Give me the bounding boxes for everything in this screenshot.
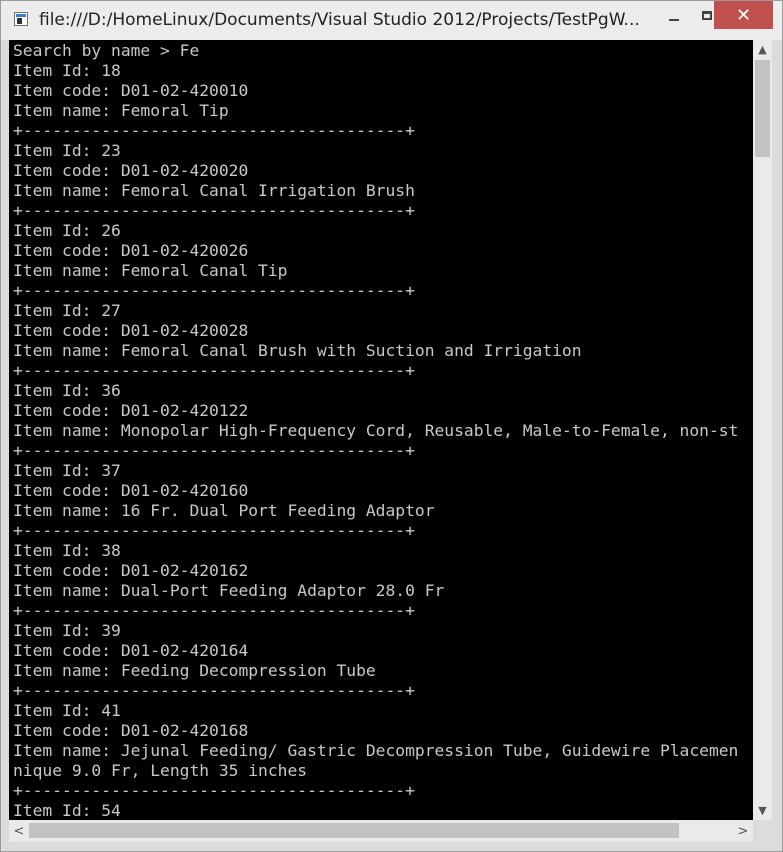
close-button[interactable]: ✕ xyxy=(714,1,773,29)
console-line: +---------------------------------------… xyxy=(13,521,415,540)
console-line: Item Id: 37 xyxy=(13,461,121,480)
console-line: Item name: Jejunal Feeding/ Gastric Deco… xyxy=(13,741,739,760)
console-line: +---------------------------------------… xyxy=(13,201,415,220)
console-line: Item code: D01-02-420010 xyxy=(13,81,249,100)
console-line: Item code: D01-02-420026 xyxy=(13,241,249,260)
scroll-down-icon[interactable]: ▼ xyxy=(753,801,772,820)
scroll-right-icon[interactable]: > xyxy=(733,820,753,842)
console-line: Item Id: 38 xyxy=(13,541,121,560)
console-line: +---------------------------------------… xyxy=(13,441,415,460)
console-line: Item name: Femoral Canal Brush with Suct… xyxy=(13,341,582,360)
console-line: Item code: D01-02-420020 xyxy=(13,161,249,180)
scrollbar-corner xyxy=(753,820,772,842)
console-line: Item code: D01-02-420162 xyxy=(13,561,249,580)
console-line: Item name: Dual-Port Feeding Adaptor 28.… xyxy=(13,581,445,600)
console-line: +---------------------------------------… xyxy=(13,781,415,800)
console-line: +---------------------------------------… xyxy=(13,361,415,380)
console-line: Item Id: 26 xyxy=(13,221,121,240)
title-bar[interactable]: file:///D:/HomeLinux/Documents/Visual St… xyxy=(1,1,782,40)
console-line: Item name: Femoral Canal Tip xyxy=(13,261,288,280)
console-line: Item name: Feeding Decompression Tube xyxy=(13,661,376,680)
console-line: +---------------------------------------… xyxy=(13,601,415,620)
console-line: Item code: D01-02-420168 xyxy=(13,721,249,740)
console-lines: Search by name > Fe Item Id: 18 Item code:… xyxy=(13,41,738,820)
vertical-scrollbar[interactable]: ▲ ▼ xyxy=(753,40,772,820)
console-line: Item Id: 54 xyxy=(13,801,121,820)
console-line: Item Id: 23 xyxy=(13,141,121,160)
close-icon: ✕ xyxy=(735,4,752,26)
scroll-left-icon[interactable]: < xyxy=(9,820,29,842)
horizontal-scrollbar[interactable]: < > xyxy=(9,820,753,842)
console-line: Item Id: 41 xyxy=(13,701,121,720)
console-line: Item code: D01-02-420164 xyxy=(13,641,249,660)
console-line: Item name: Femoral Canal Irrigation Brus… xyxy=(13,181,415,200)
console-output[interactable]: Search by name > Fe Item Id: 18 Item code:… xyxy=(9,40,753,820)
console-line: Item name: Monopolar High-Frequency Cord… xyxy=(13,421,739,440)
console-line: Item name: Femoral Tip xyxy=(13,101,229,120)
console-line: +---------------------------------------… xyxy=(13,681,415,700)
scroll-up-icon[interactable]: ▲ xyxy=(753,40,772,59)
console-line: Item Id: 18 xyxy=(13,61,121,80)
console-line: Item code: D01-02-420160 xyxy=(13,481,249,500)
console-line: Item name: 16 Fr. Dual Port Feeding Adap… xyxy=(13,501,435,520)
console-window: file:///D:/HomeLinux/Documents/Visual St… xyxy=(0,0,783,852)
console-line: Item code: D01-02-420122 xyxy=(13,401,249,420)
window-title: file:///D:/HomeLinux/Documents/Visual St… xyxy=(39,10,640,30)
maximize-icon xyxy=(702,10,712,20)
console-line: Item Id: 36 xyxy=(13,381,121,400)
console-line: Search by name > Fe xyxy=(13,41,200,60)
console-line: +---------------------------------------… xyxy=(13,121,415,140)
console-line: nique 9.0 Fr, Length 35 inches xyxy=(13,761,308,780)
minimize-icon xyxy=(669,19,679,21)
console-app-icon[interactable] xyxy=(14,12,28,26)
console-line: Item Id: 39 xyxy=(13,621,121,640)
console-line: Item Id: 27 xyxy=(13,301,121,320)
console-line: +---------------------------------------… xyxy=(13,281,415,300)
console-line: Item code: D01-02-420028 xyxy=(13,321,249,340)
horizontal-scroll-thumb[interactable] xyxy=(29,823,679,838)
vertical-scroll-thumb[interactable] xyxy=(755,60,770,157)
